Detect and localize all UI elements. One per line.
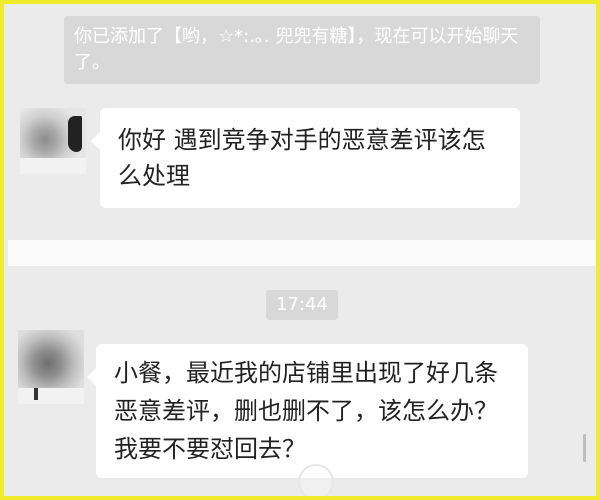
avatar-shirt-shape (18, 388, 84, 404)
avatar-hair-shape (68, 116, 82, 152)
panel-separator (8, 240, 596, 266)
message-text: 你好 遇到竞争对手的恶意差评该怎么处理 (118, 126, 486, 190)
system-message: 你已添加了【哟，☆*:.｡. 兜兜有糖】，现在可以开始聊天了。 (64, 16, 540, 84)
screenshot-frame: 你已添加了【哟，☆*:.｡. 兜兜有糖】，现在可以开始聊天了。 你好 遇到竞争对… (0, 0, 600, 500)
circle-overlay-icon[interactable] (298, 464, 334, 496)
avatar-shirt-shape (20, 158, 86, 174)
contact-avatar[interactable] (20, 108, 86, 174)
timestamp-badge: 17:44 (266, 290, 338, 320)
scrollbar-thumb[interactable] (583, 434, 586, 462)
message-text: 小餐，最近我的店铺里出现了好几条恶意差评，删也删不了，该怎么办？我要不要怼回去？ (114, 359, 498, 463)
contact-avatar-2[interactable] (18, 330, 84, 404)
message-bubble-received[interactable]: 你好 遇到竞争对手的恶意差评该怎么处理 (91, 108, 520, 208)
avatar-detail-shape (34, 388, 38, 400)
message-bubble-received[interactable]: 小餐，最近我的店铺里出现了好几条恶意差评，删也删不了，该怎么办？我要不要怼回去？ (87, 344, 528, 478)
